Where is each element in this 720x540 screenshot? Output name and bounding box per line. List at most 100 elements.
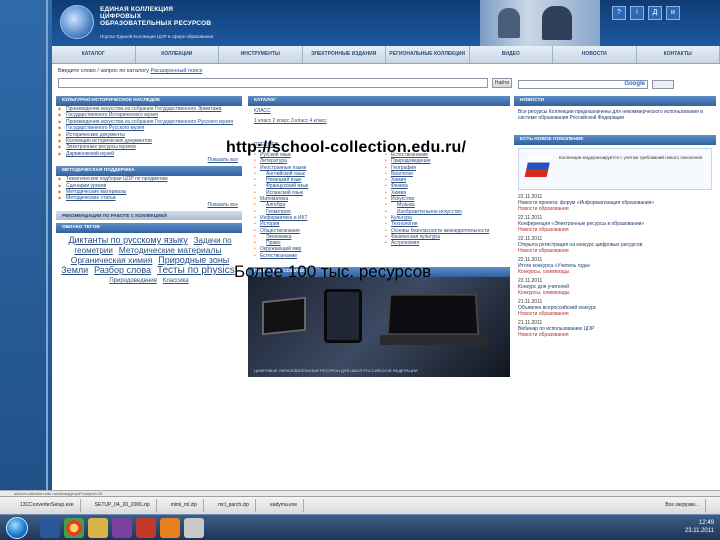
- class-header[interactable]: КЛАСС: [248, 106, 510, 116]
- media-player-icon[interactable]: [112, 518, 132, 538]
- downloads-bar: 13CConverterSetup.exe SETUP_04_20_2006.z…: [0, 496, 720, 514]
- logo-line-1: ЕДИНАЯ КОЛЛЕКЦИЯ: [100, 6, 211, 13]
- google-label: Google: [624, 81, 645, 87]
- nav-collections[interactable]: КОЛЛЕКЦИИ: [136, 46, 220, 63]
- tag-link[interactable]: Классика: [163, 278, 189, 284]
- news-date: 21.11.2011: [514, 298, 716, 305]
- heritage-header: КУЛЬТУРНО-ИСТОРИЧЕСКОЕ НАСЛЕДИЕ: [56, 96, 242, 106]
- show-all-link[interactable]: Показать все: [56, 202, 242, 208]
- laptop-base: [380, 335, 488, 345]
- windows-taskbar: 12:49 23.11.2011: [0, 514, 720, 540]
- browser-page: ЕДИНАЯ КОЛЛЕКЦИЯ ЦИФРОВЫХ ОБРАЗОВАТЕЛЬНЫ…: [52, 0, 720, 490]
- system-clock[interactable]: 12:49 23.11.2011: [685, 519, 714, 535]
- google-search-input[interactable]: Google: [518, 80, 648, 89]
- download-item[interactable]: eadyma.exe: [264, 499, 304, 512]
- logo-line-2: ЦИФРОВЫХ: [100, 13, 211, 20]
- download-item[interactable]: mcl_parch.zip: [212, 499, 256, 512]
- logo-line-3: ОБРАЗОВАТЕЛЬНЫХ РЕСУРСОВ: [100, 20, 211, 27]
- logo-icon[interactable]: [60, 5, 94, 39]
- nav-news[interactable]: НОВОСТИ: [553, 46, 637, 63]
- catalog-header: КАТАЛОГ: [248, 96, 510, 106]
- tag-link[interactable]: Диктанты по русскому языку: [68, 235, 187, 245]
- new-generation-header: ЕСТЬ НОВОЕ ПОКОЛЕНИЕ: [514, 135, 716, 145]
- news-category[interactable]: Новости образования: [514, 332, 716, 340]
- overlay-url-text: http://school-collection.edu.ru/: [226, 139, 466, 157]
- right-column: НОВОСТИ Все ресурсы Коллекции предназнач…: [514, 96, 716, 340]
- logo-title: ЕДИНАЯ КОЛЛЕКЦИЯ ЦИФРОВЫХ ОБРАЗОВАТЕЛЬНЫ…: [100, 6, 211, 27]
- search-button[interactable]: Найти: [492, 78, 512, 88]
- app-icon[interactable]: [184, 518, 204, 538]
- header-icons: ? i Д и: [612, 6, 680, 20]
- clock-time: 12:49: [685, 519, 714, 527]
- news-category[interactable]: Конкурсы, олимпиады: [514, 269, 716, 277]
- subject-col-1: Русский язык Литература Иностранные язык…: [252, 152, 375, 259]
- download-item[interactable]: 13CConverterSetup.exe: [14, 499, 81, 512]
- search-row: Введите слово / запрос по каталогу Расши…: [52, 66, 720, 94]
- clock-date: 23.11.2011: [685, 527, 714, 535]
- tag-link[interactable]: Разбор слова: [94, 265, 151, 275]
- news-category[interactable]: Новости образования: [514, 227, 716, 235]
- nav-contacts[interactable]: КОНТАКТЫ: [637, 46, 720, 63]
- ipad-image: [324, 289, 362, 343]
- news-category[interactable]: Новости образования: [514, 248, 716, 256]
- google-search-button[interactable]: [652, 80, 674, 89]
- nav-e-editions[interactable]: ЭЛЕКТРОННЫЕ ИЗДАНИЯ: [303, 46, 387, 63]
- news-category[interactable]: Конкурсы, олимпиады: [514, 290, 716, 298]
- news-category[interactable]: Новости образования: [514, 206, 716, 214]
- powerpoint-icon[interactable]: [160, 518, 180, 538]
- folder-icon[interactable]: [88, 518, 108, 538]
- laptop-image: [387, 294, 480, 336]
- main-nav: КАТАЛОГ КОЛЛЕКЦИИ ИНСТРУМЕНТЫ ЭЛЕКТРОННЫ…: [52, 46, 720, 64]
- all-downloads-link[interactable]: Все загрузки...: [659, 499, 706, 512]
- tag-link[interactable]: Методические материалы: [119, 245, 222, 255]
- news-date: 22.11.2011: [514, 256, 716, 263]
- subject-col-2: Естествознание Природоведение География …: [383, 152, 506, 259]
- start-button[interactable]: [6, 517, 28, 539]
- info-icon[interactable]: i: [630, 6, 644, 20]
- news-category[interactable]: Новости образования: [514, 311, 716, 319]
- header-photo: [480, 0, 600, 46]
- gadgets-banner[interactable]: ЦИФРОВЫЕ ОБРАЗОВАТЕЛЬНЫЕ РЕСУРСЫ ДЛЯ ШКО…: [248, 277, 510, 377]
- news-date: 22.11.2011: [514, 193, 716, 200]
- mail-icon[interactable]: и: [666, 6, 680, 20]
- home-icon[interactable]: Д: [648, 6, 662, 20]
- nav-regional[interactable]: РЕГИОНАЛЬНЫЕ КОЛЛЕКЦИИ: [386, 46, 470, 63]
- tag-link[interactable]: Органическая химия: [71, 255, 153, 265]
- news-date: 22.11.2011: [514, 214, 716, 221]
- recommendations-bar[interactable]: РЕКОМЕНДАЦИИ ПО РАБОТЕ С КОЛЛЕКЦИЕЙ: [56, 211, 242, 220]
- download-item[interactable]: mimi_ml.zip: [165, 499, 204, 512]
- left-column: КУЛЬТУРНО-ИСТОРИЧЕСКОЕ НАСЛЕДИЕ Произвед…: [56, 96, 242, 336]
- explorer-icon[interactable]: [40, 518, 60, 538]
- subject-link[interactable]: Астрономия: [383, 240, 506, 246]
- slide-left-band: [0, 0, 52, 540]
- nav-catalog[interactable]: КАТАЛОГ: [52, 46, 136, 63]
- search-input[interactable]: [58, 78, 488, 88]
- class-links[interactable]: 1 класс 2 класс 3 класс 4 класс: [248, 116, 510, 126]
- help-icon[interactable]: ?: [612, 6, 626, 20]
- logo-subtitle: Портал Единой Коллекции ЦОР в сфере обра…: [100, 34, 213, 39]
- tag-link[interactable]: Тесты по physics: [157, 265, 235, 276]
- nav-tools[interactable]: ИНСТРУМЕНТЫ: [219, 46, 303, 63]
- list-item[interactable]: Дарвиновский музей: [56, 151, 242, 157]
- news-header: НОВОСТИ: [514, 96, 716, 106]
- news-date: 22.11.2011: [514, 277, 716, 284]
- news-date: 21.11.2011: [514, 319, 716, 326]
- site-header: ЕДИНАЯ КОЛЛЕКЦИЯ ЦИФРОВЫХ ОБРАЗОВАТЕЛЬНЫ…: [52, 0, 720, 46]
- search-hint: Введите слово / запрос по каталогу: [58, 68, 149, 74]
- subject-link[interactable]: Естествознание: [252, 253, 375, 259]
- tag-link[interactable]: Природоведение: [109, 278, 157, 284]
- download-item[interactable]: SETUP_04_20_2006.zip: [89, 499, 157, 512]
- nav-video[interactable]: ВИДЕО: [470, 46, 554, 63]
- chrome-icon[interactable]: [64, 518, 84, 538]
- advanced-search-link[interactable]: Расширенный поиск: [151, 68, 203, 74]
- acrobat-icon[interactable]: [136, 518, 156, 538]
- tag-cloud: Диктанты по русскому языку Задачи по гео…: [56, 233, 242, 333]
- intro-text: Все ресурсы Коллекции предназначены для …: [514, 106, 716, 121]
- new-generation-banner[interactable]: Коллекция модернизируется с учетом требо…: [518, 148, 712, 190]
- subject-columns: Русский язык Литература Иностранные язык…: [248, 150, 510, 261]
- show-all-link[interactable]: Показать все: [56, 157, 242, 163]
- list-item[interactable]: Методические статьи: [56, 195, 242, 201]
- tags-header: ОБЛАКО ТЕГОВ: [56, 223, 242, 233]
- tablet-image: [262, 297, 306, 336]
- method-header: МЕТОДИЧЕСКАЯ ПОДДЕРЖКА: [56, 166, 242, 176]
